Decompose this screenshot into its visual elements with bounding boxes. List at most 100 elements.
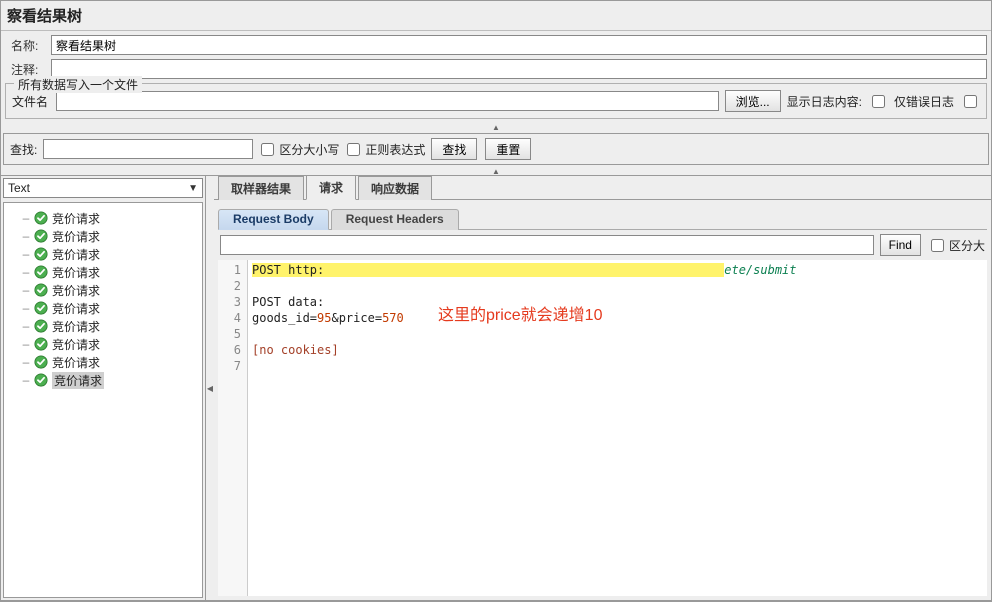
- tree-item-label: 竞价请求: [52, 246, 100, 263]
- search-input[interactable]: [43, 139, 253, 159]
- success-icon: [34, 283, 48, 297]
- tree-branch-icon: –: [22, 337, 30, 351]
- search-label: 查找:: [8, 141, 39, 158]
- right-pane: 取样器结果 请求 响应数据 Request Body Request Heade…: [214, 176, 991, 600]
- browse-button[interactable]: 浏览...: [725, 90, 781, 112]
- tree-item[interactable]: – 竞价请求: [6, 245, 200, 263]
- hsplit-handle-mid[interactable]: ▲: [1, 167, 991, 175]
- success-icon: [34, 319, 48, 333]
- tree-item[interactable]: – 竞价请求: [6, 281, 200, 299]
- success-icon: [34, 265, 48, 279]
- tree-item[interactable]: – 竞价请求: [6, 335, 200, 353]
- tree-item[interactable]: –竞价请求: [6, 227, 200, 245]
- tree-item[interactable]: – 竞价请求: [6, 317, 200, 335]
- tree-item[interactable]: – 竞价请求: [6, 353, 200, 371]
- tree-branch-icon: –: [22, 355, 30, 369]
- success-icon: [34, 355, 48, 369]
- search-reset-button[interactable]: 重置: [485, 138, 531, 160]
- name-label: 名称:: [5, 37, 47, 54]
- name-row: 名称:: [1, 33, 991, 57]
- code-l1-suffix: ete/submit: [724, 263, 796, 277]
- regex-checkbox[interactable]: [347, 143, 360, 156]
- tree-branch-icon: –: [22, 319, 30, 333]
- tree-item-label: 竞价请求: [52, 264, 100, 281]
- success-icon: [34, 337, 48, 351]
- line-gutter: 1 2 3 4 5 6 7: [218, 260, 248, 596]
- divider: [1, 30, 991, 31]
- display-type-select[interactable]: Text ▼: [3, 178, 203, 198]
- truncated-checkbox[interactable]: [964, 95, 977, 108]
- tab-request[interactable]: 请求: [306, 175, 356, 200]
- tree-item-label: 竞价请求: [52, 318, 100, 335]
- tree-branch-icon: –: [22, 247, 30, 261]
- case-sensitive-label: 区分大小写: [279, 141, 339, 158]
- code-l4-amp: &price=: [331, 311, 382, 325]
- tree-item-label: 竞价请求: [52, 336, 100, 353]
- code-l4-k1: goods_id=: [252, 311, 317, 325]
- name-input[interactable]: [51, 35, 987, 55]
- filename-label: 文件名: [12, 93, 52, 110]
- tree-branch-icon: –: [22, 265, 30, 279]
- subtab-request-headers[interactable]: Request Headers: [331, 209, 459, 230]
- inner-case-checkbox[interactable]: [931, 239, 944, 252]
- left-pane: Text ▼ –竞价请求–竞价请求–竞价请求–竞价请求–竞价请求–竞价请求–竞价…: [1, 176, 206, 600]
- regex-label: 正则表达式: [365, 141, 425, 158]
- tree-branch-icon: –: [22, 211, 30, 225]
- tree-item-label: 竞价请求: [52, 282, 100, 299]
- main-split: Text ▼ –竞价请求–竞价请求–竞价请求–竞价请求–竞价请求–竞价请求–竞价…: [1, 175, 991, 601]
- only-error-checkbox[interactable]: [872, 95, 885, 108]
- comment-label: 注释:: [5, 61, 47, 78]
- code-l6: [no cookies]: [252, 343, 339, 357]
- code-l3: POST data:: [252, 295, 324, 309]
- tree-item[interactable]: –竞价请求: [6, 299, 200, 317]
- file-group-title: 所有数据写入一个文件: [14, 76, 142, 93]
- tree-item-label: 竞价请求: [52, 372, 104, 389]
- comment-row: 注释:: [1, 57, 991, 81]
- tree-branch-icon: –: [22, 229, 30, 243]
- success-icon: [34, 211, 48, 225]
- request-subtabs: Request Body Request Headers: [218, 208, 987, 230]
- success-icon: [34, 301, 48, 315]
- log-display-label: 显示日志内容:: [787, 93, 862, 110]
- result-tree[interactable]: – 竞价请求 – 竞价请求 – 竞价请求 – 竞价请求 – 竞价请求 – 竞价请求 – 竞价请求 – 竞价请求…: [3, 202, 203, 598]
- up-triangle-icon: ▲: [492, 123, 500, 132]
- hsplit-handle-top[interactable]: ▲: [1, 123, 991, 131]
- case-sensitive-checkbox[interactable]: [261, 143, 274, 156]
- code-l4-v1: 95: [317, 311, 331, 325]
- vsplit-handle[interactable]: ◀: [206, 176, 214, 600]
- tab-response-data[interactable]: 响应数据: [358, 176, 432, 200]
- tree-item[interactable]: – 竞价请求: [6, 209, 200, 227]
- success-icon: [34, 373, 48, 387]
- inner-find-input[interactable]: [220, 235, 874, 255]
- only-error-label: 仅错误日志: [894, 93, 954, 110]
- inner-find-row: Find 区分大: [218, 230, 987, 260]
- code-l4-v2: 570: [382, 311, 404, 325]
- left-triangle-icon: ◀: [207, 384, 213, 393]
- tree-item-label: 竞价请求: [52, 210, 100, 227]
- chevron-down-icon: ▼: [188, 183, 198, 194]
- comment-input[interactable]: [51, 59, 987, 79]
- inner-find-button[interactable]: Find: [880, 234, 921, 256]
- code-area[interactable]: POST http: ete/submit POST data: goods_id…: [248, 260, 987, 596]
- detail-tabs: 取样器结果 请求 响应数据: [214, 176, 991, 200]
- success-icon: [34, 229, 48, 243]
- filename-input[interactable]: [56, 91, 719, 111]
- subtab-request-body[interactable]: Request Body: [218, 209, 329, 230]
- tab-sampler-result[interactable]: 取样器结果: [218, 176, 304, 200]
- annotation-overlay: 这里的price就会递增10: [438, 308, 602, 324]
- search-bar: 查找: 区分大小写 正则表达式 查找 重置: [3, 133, 989, 165]
- tree-branch-icon: –: [22, 283, 30, 297]
- file-group: 所有数据写入一个文件 文件名 浏览... 显示日志内容: 仅错误日志: [5, 83, 987, 119]
- tree-item[interactable]: – 竞价请求: [6, 263, 200, 281]
- inner-case-label: 区分大: [949, 237, 985, 254]
- search-find-button[interactable]: 查找: [431, 138, 477, 160]
- tree-branch-icon: –: [22, 373, 30, 387]
- tree-item[interactable]: – 竞价请求: [6, 371, 200, 389]
- view-results-tree-panel: 察看结果树 名称: 注释: 所有数据写入一个文件 文件名 浏览... 显示日志内…: [0, 0, 992, 602]
- code-l1-prefix: POST http:: [252, 263, 324, 277]
- tree-branch-icon: –: [22, 301, 30, 315]
- request-panel: Request Body Request Headers Find 区分大 1 …: [214, 200, 991, 600]
- tree-item-label: 竞价请求: [52, 354, 100, 371]
- display-type-value: Text: [8, 181, 30, 195]
- panel-title: 察看结果树: [1, 1, 991, 28]
